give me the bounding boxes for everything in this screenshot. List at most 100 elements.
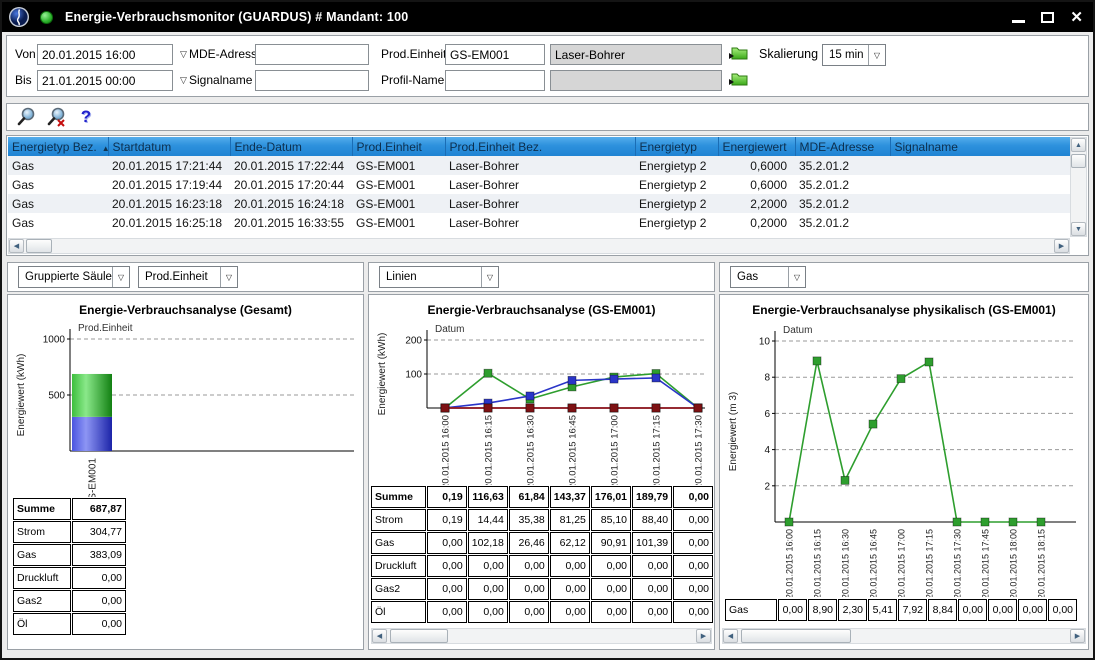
panel-horizontal-scrollbar[interactable]: ◀ ▶	[722, 628, 1086, 644]
grid-cell: 0,6000	[718, 175, 795, 194]
status-indicator-icon	[40, 11, 53, 24]
chart-type-dropdown[interactable]: Linien ▽	[379, 266, 499, 288]
close-button[interactable]: ✕	[1070, 10, 1083, 25]
grid-row[interactable]: Gas20.01.2015 17:19:4420.01.2015 17:20:4…	[8, 175, 1070, 194]
chart-table-cell: 116,63	[468, 486, 508, 508]
grid-horizontal-scrollbar[interactable]: ◀ ▶	[8, 238, 1070, 254]
prod-einheit-input[interactable]	[445, 44, 545, 65]
grid-cell: 20.01.2015 17:20:44	[230, 175, 352, 194]
grid-row[interactable]: Gas20.01.2015 16:25:1820.01.2015 16:33:5…	[8, 213, 1070, 232]
scroll-left-icon[interactable]: ◀	[372, 629, 387, 643]
skalierung-dropdown[interactable]: 15 min ▽	[822, 44, 886, 66]
grid-cell: GS-EM001	[352, 156, 445, 175]
chart-table-cell: 0,00	[988, 599, 1017, 621]
mde-adresse-input[interactable]	[255, 44, 369, 65]
chevron-down-icon: ▽	[220, 267, 237, 287]
bis-input[interactable]	[37, 70, 173, 91]
maximize-button[interactable]	[1041, 12, 1054, 23]
energy-type-dropdown[interactable]: Gas ▽	[730, 266, 806, 288]
chart-title: Energie-Verbrauchsanalyse physikalisch (…	[720, 303, 1088, 317]
chart-kwh-box: Energie-Verbrauchsanalyse (GS-EM001) 100…	[368, 294, 715, 650]
series-label: Druckluft	[371, 555, 426, 577]
grid-row[interactable]: Gas20.01.2015 17:21:4420.01.2015 17:22:4…	[8, 156, 1070, 175]
grid-column-header[interactable]: Signalname	[890, 137, 1070, 156]
svg-text:20.01.2015 17:00: 20.01.2015 17:00	[897, 529, 907, 597]
scrollbar-thumb[interactable]	[26, 239, 52, 253]
scrollbar-thumb[interactable]	[741, 629, 851, 643]
von-input[interactable]	[37, 44, 173, 65]
grid-cell: 20.01.2015 16:24:18	[230, 194, 352, 213]
grid-column-header[interactable]: Startdatum	[108, 137, 230, 156]
chart-table-cell: 0,00	[673, 486, 713, 508]
svg-text:Datum: Datum	[783, 325, 812, 336]
scroll-left-icon[interactable]: ◀	[9, 239, 24, 253]
grid-cell: 35.2.01.2	[795, 156, 890, 175]
values-table: Gas0,008,902,305,417,928,840,000,000,000…	[724, 598, 1078, 622]
scrollbar-thumb[interactable]	[390, 629, 448, 643]
grid-cell: Gas	[8, 175, 108, 194]
svg-text:20.01.2015 17:45: 20.01.2015 17:45	[981, 529, 991, 597]
panel-physikalisch-header: Gas ▽	[719, 262, 1089, 292]
svg-text:20.01.2015 17:00: 20.01.2015 17:00	[610, 415, 621, 485]
filter-panel: Von ▽ Bis ▽ MDE-Adresse Signalname Prod.…	[6, 35, 1089, 97]
prod-einheit-bez-field	[550, 44, 722, 65]
svg-text:Datum: Datum	[435, 324, 464, 335]
minimize-button[interactable]	[1012, 20, 1025, 23]
panel-horizontal-scrollbar[interactable]: ◀ ▶	[371, 628, 712, 644]
chart-table-cell: 0,00	[509, 578, 549, 600]
grid-column-header[interactable]: Prod.Einheit	[352, 137, 445, 156]
chart-table-cell: 62,12	[550, 532, 590, 554]
scroll-right-icon[interactable]: ▶	[696, 629, 711, 643]
chart-table-cell: 176,01	[591, 486, 631, 508]
series-label: Summe	[371, 486, 426, 508]
grouping-value: Prod.Einheit	[139, 271, 220, 283]
app-window: Energie-Verbrauchsmonitor (GUARDUS) # Ma…	[0, 0, 1095, 660]
values-table: Summe0,19116,6361,84143,37176,01189,790,…	[370, 485, 714, 624]
grid-column-header[interactable]: Energietyp	[635, 137, 718, 156]
scroll-left-icon[interactable]: ◀	[723, 629, 738, 643]
grid-column-header[interactable]: Energiewert	[718, 137, 795, 156]
grouping-dropdown[interactable]: Prod.Einheit ▽	[138, 266, 238, 288]
chart-table-cell: 0,00	[591, 578, 631, 600]
profil-name-input[interactable]	[445, 70, 545, 91]
scroll-right-icon[interactable]: ▶	[1054, 239, 1069, 253]
scroll-up-icon[interactable]: ▲	[1071, 138, 1086, 152]
prod-einheit-browse-folder-icon[interactable]	[728, 45, 748, 62]
chart-type-dropdown[interactable]: Gruppierte Säulen ▽	[18, 266, 130, 288]
grid-column-header[interactable]: Ende-Datum	[230, 137, 352, 156]
grid-column-header[interactable]: Prod.Einheit Bez.	[445, 137, 635, 156]
grid-cell: Laser-Bohrer	[445, 213, 635, 232]
grid-vertical-scrollbar[interactable]: ▲ ▼	[1070, 137, 1087, 237]
chart-table-cell: 88,40	[632, 509, 672, 531]
search-button[interactable]	[15, 106, 37, 128]
clear-search-button[interactable]	[45, 106, 67, 128]
scroll-down-icon[interactable]: ▼	[1071, 222, 1086, 236]
von-dropdown-icon[interactable]: ▽	[180, 44, 187, 65]
skalierung-label: Skalierung	[759, 44, 818, 65]
grid-column-header[interactable]: Energietyp Bez.▲	[8, 137, 108, 156]
chart-table-cell: 14,44	[468, 509, 508, 531]
summary-table: Summe687,87Strom304,77Gas383,09Druckluft…	[12, 497, 127, 636]
chart-table-cell: 687,87	[72, 498, 126, 520]
svg-text:1000: 1000	[43, 335, 66, 346]
svg-text:20.01.2015 16:45: 20.01.2015 16:45	[869, 529, 879, 597]
help-button[interactable]: ?	[75, 106, 97, 128]
result-grid-section: Energietyp Bez.▲StartdatumEnde-DatumProd…	[6, 135, 1089, 256]
scroll-right-icon[interactable]: ▶	[1070, 629, 1085, 643]
scrollbar-thumb[interactable]	[1071, 154, 1086, 168]
bis-dropdown-icon[interactable]: ▽	[180, 70, 187, 91]
chart-table-cell: 8,84	[928, 599, 957, 621]
series-label: Gas	[13, 544, 71, 566]
profil-name-label: Profil-Name	[381, 70, 444, 91]
chart-table-cell: 0,00	[632, 578, 672, 600]
svg-text:100: 100	[405, 370, 422, 381]
profil-browse-folder-icon[interactable]	[728, 71, 748, 88]
chart-table-cell: 0,00	[550, 578, 590, 600]
grid-column-header[interactable]: MDE-Adresse	[795, 137, 890, 156]
svg-text:20.01.2015 17:30: 20.01.2015 17:30	[694, 415, 705, 485]
signalname-label: Signalname	[189, 70, 252, 91]
grid-cell: Laser-Bohrer	[445, 156, 635, 175]
grid-cell: Gas	[8, 213, 108, 232]
signalname-input[interactable]	[255, 70, 369, 91]
grid-row[interactable]: Gas20.01.2015 16:23:1820.01.2015 16:24:1…	[8, 194, 1070, 213]
